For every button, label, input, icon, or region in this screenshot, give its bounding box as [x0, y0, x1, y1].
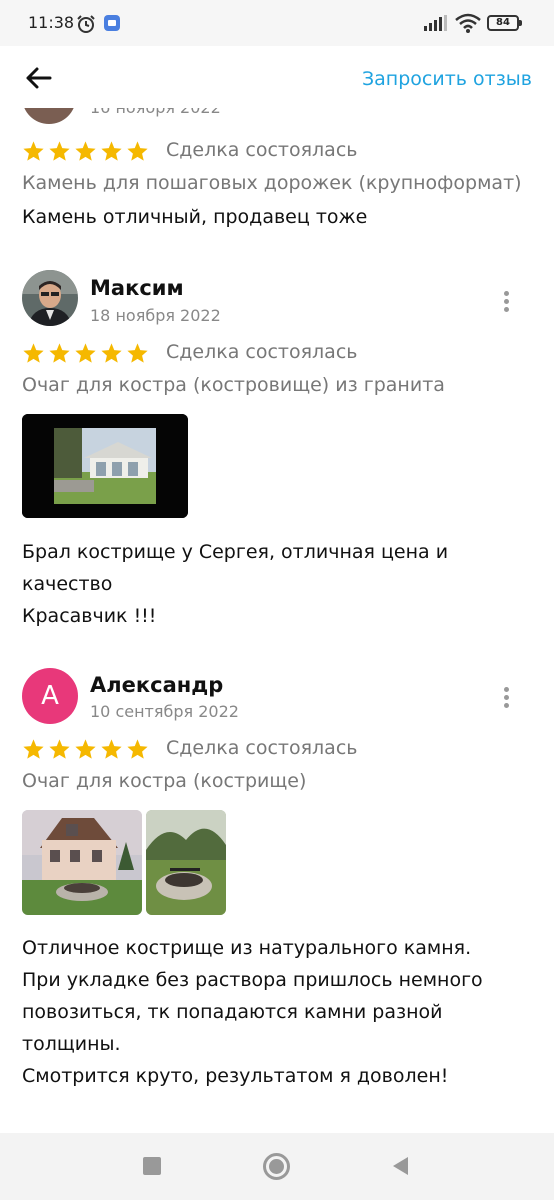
app-header: Запросить отзыв — [0, 46, 554, 108]
alarm-icon — [77, 15, 95, 33]
back-arrow-icon[interactable] — [20, 60, 60, 96]
star-icon — [75, 739, 96, 759]
review-photo[interactable] — [146, 810, 226, 915]
app-notification-icon — [104, 15, 120, 31]
avatar — [22, 108, 76, 124]
request-review-button[interactable]: Запросить отзыв — [362, 68, 532, 90]
wifi-icon — [455, 13, 481, 33]
review-photo[interactable] — [22, 414, 188, 518]
status-bar: 11:38 84 — [0, 0, 554, 46]
star-icon — [49, 141, 70, 161]
star-icon — [23, 343, 44, 363]
rating-stars — [22, 140, 149, 162]
review-text: Брал кострище у Сергея, отличная цена и … — [22, 541, 449, 627]
review-photo[interactable] — [22, 810, 142, 915]
review-date: 18 ноября 2022 — [90, 306, 221, 325]
star-icon — [127, 343, 148, 363]
battery-indicator: 84 — [487, 15, 522, 31]
star-icon — [127, 739, 148, 759]
product-name[interactable]: Очаг для костра (кострище) — [22, 770, 306, 792]
review-date: 16 ноября 2022 — [90, 108, 221, 117]
author-name[interactable]: Александр — [90, 673, 223, 697]
rating-stars — [22, 342, 149, 364]
nav-back-icon[interactable] — [390, 1155, 410, 1177]
review-text: Отличное кострище из натурального камня.… — [22, 937, 483, 1087]
signal-icon — [424, 15, 447, 31]
more-vertical-icon[interactable] — [495, 288, 517, 318]
review-date: 10 сентября 2022 — [90, 702, 239, 721]
deal-status: Сделка состоялась — [166, 341, 358, 363]
deal-status: Сделка состоялась — [166, 139, 358, 161]
rating-stars — [22, 738, 149, 760]
star-icon — [75, 343, 96, 363]
star-icon — [127, 141, 148, 161]
firepit-image — [146, 810, 226, 915]
review-text: Камень отличный, продавец тоже — [22, 206, 368, 228]
avatar[interactable]: А — [22, 668, 78, 724]
star-icon — [101, 739, 122, 759]
recent-apps-button[interactable] — [143, 1157, 161, 1175]
product-name[interactable]: Камень для пошаговых дорожек (крупноформ… — [22, 172, 522, 194]
avatar-photo — [22, 270, 78, 326]
system-nav-bar — [0, 1133, 554, 1200]
product-name[interactable]: Очаг для костра (костровище) из гранита — [22, 374, 445, 396]
more-vertical-icon[interactable] — [495, 684, 517, 714]
reviews-list[interactable]: 16 ноября 2022 Сделка состоялась Камень … — [0, 108, 554, 1133]
status-time: 11:38 — [28, 13, 75, 32]
avatar[interactable] — [22, 270, 78, 326]
star-icon — [23, 739, 44, 759]
author-name[interactable]: Максим — [90, 276, 184, 300]
deal-status: Сделка состоялась — [166, 737, 358, 759]
home-button[interactable] — [263, 1153, 290, 1180]
star-icon — [101, 343, 122, 363]
star-icon — [23, 141, 44, 161]
house-firepit-image — [22, 810, 142, 915]
star-icon — [101, 141, 122, 161]
star-icon — [49, 739, 70, 759]
star-icon — [49, 343, 70, 363]
gazebo-image — [22, 414, 188, 518]
star-icon — [75, 141, 96, 161]
